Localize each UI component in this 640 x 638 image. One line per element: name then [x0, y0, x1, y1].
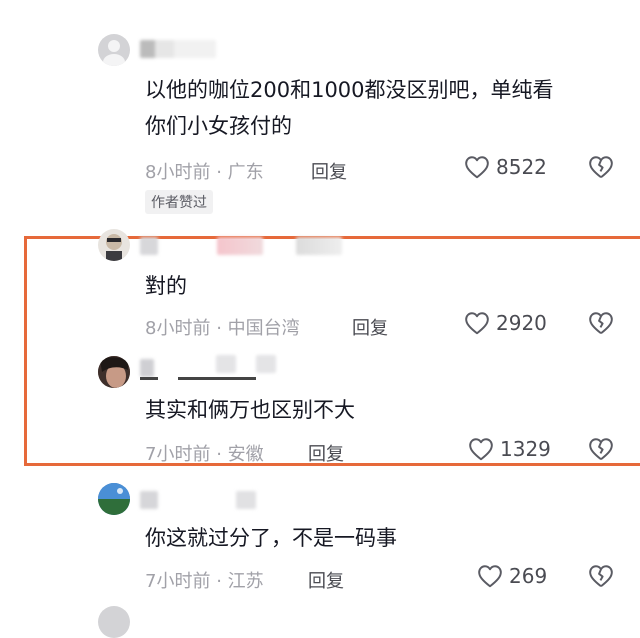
reply-button[interactable]: 回复: [308, 567, 344, 593]
username-redacted-extra: [236, 491, 256, 509]
reply-button[interactable]: 回复: [311, 158, 347, 184]
heart-outline-icon: [465, 312, 489, 335]
username-underline: [178, 377, 256, 380]
meta-separator: ·: [216, 318, 222, 339]
like-count: 8522: [496, 155, 547, 179]
comment-time: 8小时前: [145, 318, 211, 339]
username-redacted[interactable]: [140, 491, 158, 509]
dislike-button[interactable]: [588, 155, 614, 183]
avatar[interactable]: [98, 229, 130, 261]
comment-text: 你这就过分了，不是一码事: [145, 520, 397, 556]
comment-text-line: 你们小女孩付的: [145, 114, 292, 138]
broken-heart-icon: [589, 565, 613, 588]
username-redacted-extra: [256, 355, 276, 373]
comment-text-line: 你这就过分了，不是一码事: [145, 526, 397, 550]
comment-meta: 7小时前 · 江苏: [145, 567, 264, 593]
broken-heart-icon: [589, 438, 613, 461]
meta-separator: ·: [216, 571, 222, 592]
meta-separator: ·: [216, 444, 222, 465]
username-redacted-extra: [296, 237, 342, 255]
dislike-button[interactable]: [588, 311, 614, 339]
comment-meta: 8小时前 · 广东: [145, 158, 264, 184]
heart-outline-icon: [469, 438, 493, 461]
username-redacted[interactable]: [140, 237, 158, 255]
like-count: 269: [509, 564, 548, 588]
avatar[interactable]: [98, 356, 130, 388]
like-button[interactable]: 2920: [464, 311, 547, 335]
avatar[interactable]: [98, 34, 130, 66]
comment-text: 其实和俩万也区别不大: [145, 392, 355, 428]
comment-text-line: 以他的咖位200和1000都没区别吧，单纯看: [145, 78, 554, 102]
username-underline: [140, 377, 158, 380]
comment-text: 以他的咖位200和1000都没区别吧，单纯看 你们小女孩付的: [145, 72, 554, 144]
broken-heart-icon: [589, 156, 613, 179]
comment-text-line: 對的: [145, 274, 187, 298]
comment-meta: 7小时前 · 安徽: [145, 440, 264, 466]
avatar[interactable]: [98, 483, 130, 515]
comment-time: 7小时前: [145, 444, 211, 465]
comment-text-line: 其实和俩万也区别不大: [145, 398, 355, 422]
comment-location: 安徽: [227, 444, 264, 465]
username-redacted-badge: [217, 237, 263, 255]
reply-button[interactable]: 回复: [352, 314, 388, 340]
dislike-button[interactable]: [588, 437, 614, 465]
avatar[interactable]: [98, 606, 130, 638]
highlight-frame: [24, 236, 640, 466]
username-redacted-badge: [216, 355, 236, 373]
author-liked-badge: 作者赞过: [145, 190, 213, 214]
comment-meta: 8小时前 · 中国台湾: [145, 314, 300, 340]
like-button[interactable]: 8522: [464, 155, 547, 179]
like-button[interactable]: 269: [477, 564, 547, 588]
broken-heart-icon: [589, 312, 613, 335]
comment-location: 江苏: [227, 571, 264, 592]
comment-text: 對的: [145, 268, 187, 304]
username-redacted[interactable]: [140, 359, 154, 377]
heart-outline-icon: [465, 156, 489, 179]
dislike-button[interactable]: [588, 564, 614, 592]
like-button[interactable]: 1329: [468, 437, 551, 461]
reply-button[interactable]: 回复: [308, 440, 344, 466]
like-count: 2920: [496, 311, 547, 335]
like-count: 1329: [500, 437, 551, 461]
username-redacted[interactable]: [140, 40, 216, 58]
comment-location: 中国台湾: [227, 318, 300, 339]
comment-time: 8小时前: [145, 162, 211, 183]
comment-location: 广东: [227, 162, 264, 183]
comment-time: 7小时前: [145, 571, 211, 592]
meta-separator: ·: [216, 162, 222, 183]
heart-outline-icon: [478, 565, 502, 588]
